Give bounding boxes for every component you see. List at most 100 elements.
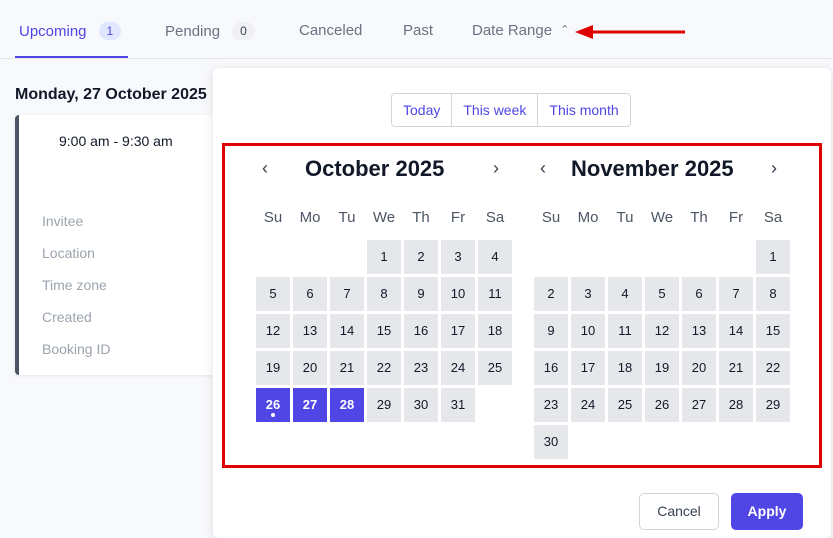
calendar-day[interactable]: 25 [608, 388, 642, 422]
calendar-day[interactable]: 27 [293, 388, 327, 422]
calendar-day-number: 6 [306, 286, 314, 301]
calendar-day[interactable]: 22 [756, 351, 790, 385]
calendar-day[interactable]: 26 [645, 388, 679, 422]
calendar-day[interactable]: 2 [404, 240, 438, 274]
calendar-day[interactable]: 3 [441, 240, 475, 274]
calendar-day[interactable]: 7 [330, 277, 364, 311]
calendar-day[interactable]: 10 [441, 277, 475, 311]
calendar-day[interactable]: 24 [571, 388, 605, 422]
calendar-day[interactable]: 9 [534, 314, 568, 348]
weekday-label: Su [263, 209, 283, 226]
calendar-day-number: 12 [654, 323, 670, 338]
calendar-day[interactable]: 31 [441, 388, 475, 422]
calendar-day[interactable]: 14 [330, 314, 364, 348]
calendar-day[interactable]: 7 [719, 277, 753, 311]
calendar-day[interactable]: 21 [330, 351, 364, 385]
calendar-day[interactable]: 26 [256, 388, 290, 422]
calendar-day[interactable]: 29 [756, 388, 790, 422]
calendar-day[interactable]: 22 [367, 351, 401, 385]
calendar-day[interactable]: 14 [719, 314, 753, 348]
calendar-day[interactable]: 11 [478, 277, 512, 311]
tab-canceled[interactable]: Canceled [299, 22, 362, 39]
booking-day-heading: Monday, 27 October 2025 [15, 86, 207, 103]
apply-button[interactable]: Apply [731, 493, 803, 530]
calendar-day-number: 13 [691, 323, 707, 338]
calendar-day-number: 30 [413, 397, 429, 412]
calendar-day-number: 2 [417, 249, 425, 264]
tab-past[interactable]: Past [403, 22, 433, 39]
calendar-day[interactable]: 18 [478, 314, 512, 348]
calendar-day[interactable]: 5 [256, 277, 290, 311]
calendar-day[interactable]: 8 [367, 277, 401, 311]
calendar-day-number: 25 [617, 397, 633, 412]
tab-upcoming-label: Upcoming [19, 22, 87, 40]
calendar-day[interactable]: 16 [534, 351, 568, 385]
calendar-day-number: 9 [417, 286, 425, 301]
calendar-day[interactable]: 18 [608, 351, 642, 385]
calendar-day[interactable]: 13 [293, 314, 327, 348]
calendar-day[interactable]: 28 [719, 388, 753, 422]
calendar-day[interactable]: 4 [478, 240, 512, 274]
calendar-day[interactable]: 12 [645, 314, 679, 348]
this-week-button[interactable]: This week [452, 94, 539, 126]
calendar-day-number: 16 [543, 360, 559, 375]
calendar-day-number: 27 [302, 397, 318, 412]
tab-pending[interactable]: Pending 0 [165, 22, 255, 40]
cancel-button[interactable]: Cancel [639, 493, 719, 530]
tab-pending-count: 0 [232, 22, 255, 40]
weekday-label: Fr [728, 209, 744, 226]
calendar-day-number: 11 [618, 323, 632, 338]
calendar-day[interactable]: 3 [571, 277, 605, 311]
calendar-day[interactable]: 15 [367, 314, 401, 348]
calendar-day[interactable]: 11 [608, 314, 642, 348]
calendar-day[interactable]: 19 [256, 351, 290, 385]
calendar-day[interactable]: 28 [330, 388, 364, 422]
calendar-day[interactable]: 24 [441, 351, 475, 385]
calendar-day[interactable]: 20 [293, 351, 327, 385]
calendar-day[interactable]: 6 [682, 277, 716, 311]
calendar-day[interactable]: 16 [404, 314, 438, 348]
previous-month-button[interactable]: ‹ [262, 158, 268, 179]
tab-upcoming[interactable]: Upcoming 1 [19, 22, 122, 40]
active-tab-indicator [15, 56, 128, 58]
calendar-day[interactable]: 17 [571, 351, 605, 385]
calendar-day[interactable]: 8 [756, 277, 790, 311]
calendar-day[interactable]: 12 [256, 314, 290, 348]
calendar-day[interactable]: 5 [645, 277, 679, 311]
month-title: November 2025 [571, 156, 734, 181]
weekday-label: Mo [577, 209, 599, 226]
calendar-day[interactable]: 1 [367, 240, 401, 274]
booking-card[interactable]: 9:00 am - 9:30 am Invitee Location Time … [15, 115, 235, 375]
calendar-day[interactable]: 23 [534, 388, 568, 422]
calendar-day[interactable]: 20 [682, 351, 716, 385]
calendar-day-number: 14 [339, 323, 355, 338]
calendar-day[interactable]: 15 [756, 314, 790, 348]
weekday-label: Sa [763, 209, 783, 226]
calendar-day[interactable]: 30 [404, 388, 438, 422]
weekday-label: Tu [616, 209, 634, 226]
tab-date-range[interactable]: Date Range ⌃ [472, 22, 569, 39]
today-button[interactable]: Today [392, 94, 453, 126]
calendar-day[interactable]: 23 [404, 351, 438, 385]
next-month-button[interactable]: › [493, 158, 499, 179]
this-month-button[interactable]: This month [538, 94, 630, 126]
calendar-day[interactable]: 1 [756, 240, 790, 274]
calendar-day[interactable]: 30 [534, 425, 568, 459]
calendar-day[interactable]: 10 [571, 314, 605, 348]
calendar-day[interactable]: 27 [682, 388, 716, 422]
calendar-day[interactable]: 29 [367, 388, 401, 422]
calendar-day[interactable]: 17 [441, 314, 475, 348]
calendar-day[interactable]: 4 [608, 277, 642, 311]
calendar-day-number: 9 [547, 323, 555, 338]
calendar-day[interactable]: 2 [534, 277, 568, 311]
calendar-day-number: 29 [376, 397, 392, 412]
previous-month-button[interactable]: ‹ [540, 158, 546, 179]
calendar-day[interactable]: 9 [404, 277, 438, 311]
calendar-day[interactable]: 6 [293, 277, 327, 311]
calendar-day[interactable]: 13 [682, 314, 716, 348]
calendar-day[interactable]: 21 [719, 351, 753, 385]
next-month-button[interactable]: › [771, 158, 777, 179]
calendar-day[interactable]: 25 [478, 351, 512, 385]
calendar-day-number: 21 [339, 360, 355, 375]
calendar-day[interactable]: 19 [645, 351, 679, 385]
